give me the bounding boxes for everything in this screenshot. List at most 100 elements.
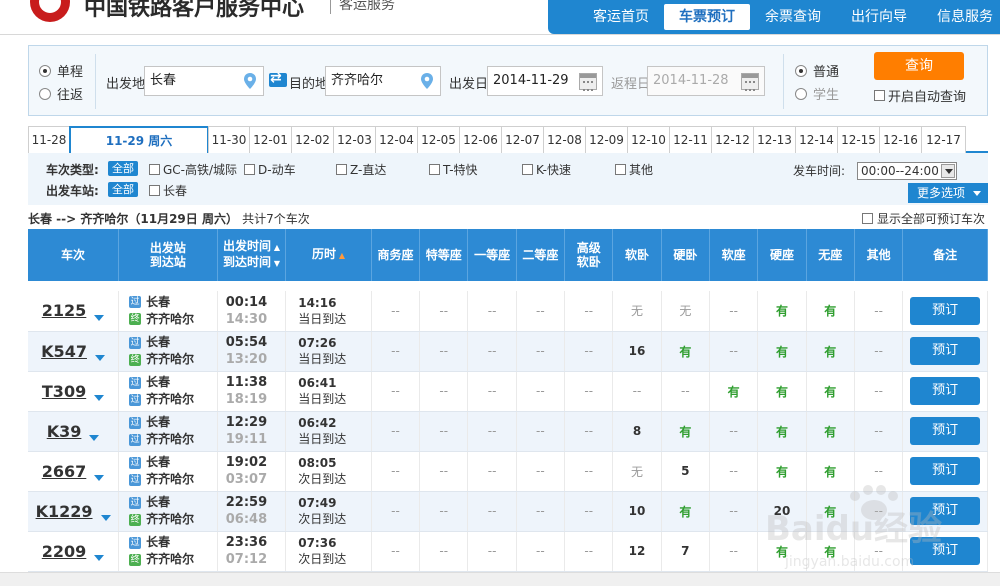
train-number-link[interactable]: 2209 <box>42 542 87 561</box>
swap-stations-icon[interactable] <box>269 70 287 87</box>
date-tab[interactable]: 11-28 <box>28 126 70 153</box>
depart-date-input[interactable]: 2014-11-29 <box>487 66 603 96</box>
times-cell: 05:54 13:20 <box>217 331 287 372</box>
col-times[interactable]: 出发时间到达时间 <box>217 229 287 281</box>
radio-checked-icon <box>39 64 51 77</box>
nav-remaining-tickets[interactable]: 余票查询 <box>750 4 836 30</box>
passenger-student-radio[interactable]: 学生 <box>795 84 839 103</box>
filter-type-t[interactable]: T-特快 <box>429 161 478 178</box>
train-number-link[interactable]: K39 <box>47 422 82 441</box>
book-button[interactable]: 预订 <box>910 377 981 405</box>
train-number-link[interactable]: K547 <box>41 342 87 361</box>
chevron-down-icon[interactable] <box>94 395 105 401</box>
date-tab[interactable]: 12-03 <box>333 126 376 153</box>
date-tab[interactable]: 12-02 <box>291 126 334 153</box>
footer-divider <box>0 572 1000 586</box>
nav-travel-guide[interactable]: 出行向导 <box>836 4 922 30</box>
nav-home[interactable]: 客运首页 <box>578 4 664 30</box>
date-tab[interactable]: 11-29 周六 <box>69 126 209 155</box>
seat-cell: 有 <box>757 331 807 372</box>
train-number-link[interactable]: 2125 <box>42 301 87 320</box>
train-number-link[interactable]: T309 <box>42 382 86 401</box>
date-tab[interactable]: 12-14 <box>795 126 838 153</box>
trip-oneway-radio[interactable]: 单程 <box>39 61 83 80</box>
duration-cell: 06:42 当日到达 <box>285 411 372 452</box>
filter-type-other[interactable]: 其他 <box>615 161 653 178</box>
calendar-icon[interactable] <box>579 73 597 91</box>
chevron-down-icon[interactable] <box>100 515 111 521</box>
main-nav: 客运首页 车票预订 余票查询 出行向导 信息服务 <box>548 0 1000 34</box>
col-stations: 出发站 到达站 <box>118 229 218 281</box>
date-tab[interactable]: 12-13 <box>753 126 796 153</box>
station-all-button[interactable]: 全部 <box>108 182 138 197</box>
chevron-down-icon[interactable] <box>94 355 105 361</box>
arrive-station: 齐齐哈尔 <box>146 311 195 326</box>
table-row: K39 过长春过齐齐哈尔 12:29 19:11 06:42 当日到达 -- -- -- -- --… <box>28 411 988 452</box>
date-tab[interactable]: 12-04 <box>375 126 418 153</box>
col-depart-time-label: 出发时间 <box>223 239 280 253</box>
date-tab[interactable]: 12-12 <box>711 126 754 153</box>
chevron-down-icon[interactable] <box>94 475 105 481</box>
seat-cell: 有 <box>661 331 710 372</box>
auto-query-checkbox[interactable]: 开启自动查询 <box>874 86 966 105</box>
seat-cell: -- <box>371 491 421 532</box>
checkbox-icon <box>244 164 255 175</box>
arrive-station-tag-icon: 终 <box>129 313 142 326</box>
date-tab[interactable]: 12-06 <box>459 126 502 153</box>
date-tab[interactable]: 12-08 <box>543 126 586 153</box>
date-tab[interactable]: 12-05 <box>417 126 460 153</box>
date-tab[interactable]: 12-09 <box>585 126 628 153</box>
book-button[interactable]: 预订 <box>910 417 981 445</box>
date-tab[interactable]: 12-10 <box>627 126 670 153</box>
date-tab[interactable]: 12-15 <box>837 126 880 153</box>
return-date-input[interactable]: 2014-11-28 <box>647 66 765 96</box>
duration-cell: 08:05 次日到达 <box>285 451 372 492</box>
depart-time-select[interactable]: 00:00--24:00 <box>857 162 957 180</box>
passenger-normal-label: 普通 <box>813 65 840 80</box>
book-button[interactable]: 预订 <box>910 296 981 325</box>
seat-cell: -- <box>564 531 614 572</box>
filter-type-gc[interactable]: GC-高铁/城际 <box>149 161 237 178</box>
search-panel: 单程 往返 出发地 长春 目的地 齐齐哈尔 出发日 2014-11-29 返程日… <box>28 45 988 116</box>
book-button[interactable]: 预订 <box>910 337 981 365</box>
seat-cell: 无 <box>612 451 662 492</box>
chevron-down-icon[interactable] <box>89 435 100 441</box>
nav-info-service[interactable]: 信息服务 <box>922 4 1000 30</box>
calendar-icon[interactable] <box>741 73 759 91</box>
seat-cell: -- <box>371 371 421 412</box>
date-tab[interactable]: 12-01 <box>249 126 292 153</box>
to-station-input[interactable]: 齐齐哈尔 <box>325 66 441 96</box>
nav-ticket-booking[interactable]: 车票预订 <box>664 4 750 30</box>
filter-station-changchun[interactable]: 长春 <box>149 182 187 199</box>
filter-type-d[interactable]: D-动车 <box>244 161 296 178</box>
col-arrive-time-label: 到达时间 <box>223 255 280 269</box>
spacer-cell <box>28 281 988 291</box>
train-number-link[interactable]: K1229 <box>36 502 93 521</box>
date-tab[interactable]: 12-11 <box>669 126 712 153</box>
more-options-button[interactable]: 更多选项 <box>908 183 988 203</box>
filter-type-label: T-特快 <box>443 163 478 177</box>
arrive-station: 齐齐哈尔 <box>146 472 195 486</box>
date-tab[interactable]: 12-17 <box>921 126 966 153</box>
filter-type-z[interactable]: Z-直达 <box>336 161 386 178</box>
passenger-normal-radio[interactable]: 普通 <box>795 61 839 80</box>
times-cell: 19:02 03:07 <box>217 451 287 492</box>
seat-cell: -- <box>419 451 469 492</box>
date-tab[interactable]: 12-16 <box>879 126 922 153</box>
query-button[interactable]: 查询 <box>874 52 964 80</box>
checkbox-icon <box>862 213 873 224</box>
train-type-all-button[interactable]: 全部 <box>108 161 138 176</box>
col-high-soft-sleeper: 高级 软卧 <box>564 229 614 281</box>
header-divider <box>0 34 1000 35</box>
chevron-down-icon[interactable] <box>94 555 105 561</box>
chevron-down-icon[interactable] <box>94 314 105 321</box>
filter-type-k[interactable]: K-快速 <box>522 161 571 178</box>
col-duration[interactable]: 历时 <box>285 229 372 281</box>
from-station-input[interactable]: 长春 <box>144 66 264 96</box>
train-number-link[interactable]: 2667 <box>42 462 87 481</box>
date-tab[interactable]: 11-30 <box>208 126 250 153</box>
trip-round-radio[interactable]: 往返 <box>39 84 83 103</box>
show-all-checkbox[interactable]: 显示全部可预订车次 <box>862 210 985 227</box>
date-tab[interactable]: 12-07 <box>501 126 544 153</box>
depart-date-label: 出发日 <box>449 77 489 92</box>
